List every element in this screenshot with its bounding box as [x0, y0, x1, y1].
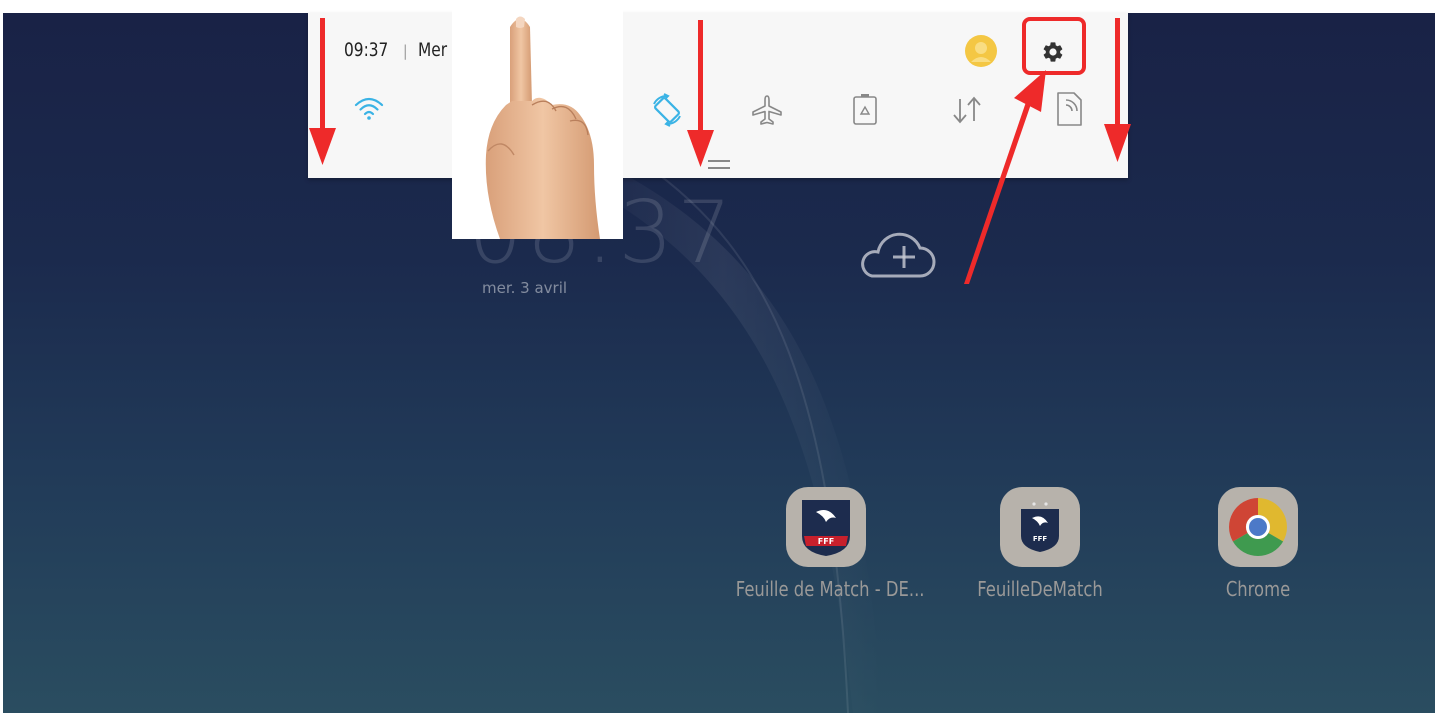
- svg-text:FFF: FFF: [1033, 535, 1048, 543]
- settings-highlight-box: [1022, 17, 1086, 75]
- app-feuilledematch[interactable]: FFF FeuilleDeMatch: [930, 487, 1150, 601]
- app-label: Chrome: [1225, 577, 1291, 601]
- quick-settings-panel: 09:37 | Mer: [308, 13, 1128, 178]
- profile-icon[interactable]: [963, 33, 999, 69]
- app-chrome[interactable]: Chrome: [1148, 487, 1368, 601]
- svg-text:FFF: FFF: [818, 537, 834, 546]
- clock-widget-date: mer. 3 avril: [482, 279, 568, 297]
- app-feuille-de-match-de[interactable]: FFF Feuille de Match - DE...: [716, 487, 936, 601]
- chrome-icon: [1218, 487, 1298, 567]
- panel-expand-handle[interactable]: [708, 160, 730, 169]
- power-saving-icon[interactable]: [846, 89, 884, 129]
- app-label: Feuille de Match - DE...: [735, 577, 925, 601]
- mobile-data-icon[interactable]: [948, 91, 986, 129]
- nfc-icon[interactable]: [1050, 89, 1088, 129]
- auto-rotate-icon[interactable]: [648, 91, 686, 129]
- status-separator: |: [403, 42, 408, 60]
- fff-logo-icon: FFF: [786, 487, 866, 567]
- airplane-mode-icon[interactable]: [748, 91, 786, 129]
- wifi-icon[interactable]: [352, 91, 386, 125]
- cloud-add-icon[interactable]: [858, 228, 936, 286]
- app-label: FeuilleDeMatch: [977, 577, 1103, 601]
- status-time: 09:37: [344, 39, 389, 61]
- pointing-hand-image: [452, 5, 623, 239]
- fff-logo-icon: FFF: [1000, 487, 1080, 567]
- status-day: Mer: [418, 39, 448, 61]
